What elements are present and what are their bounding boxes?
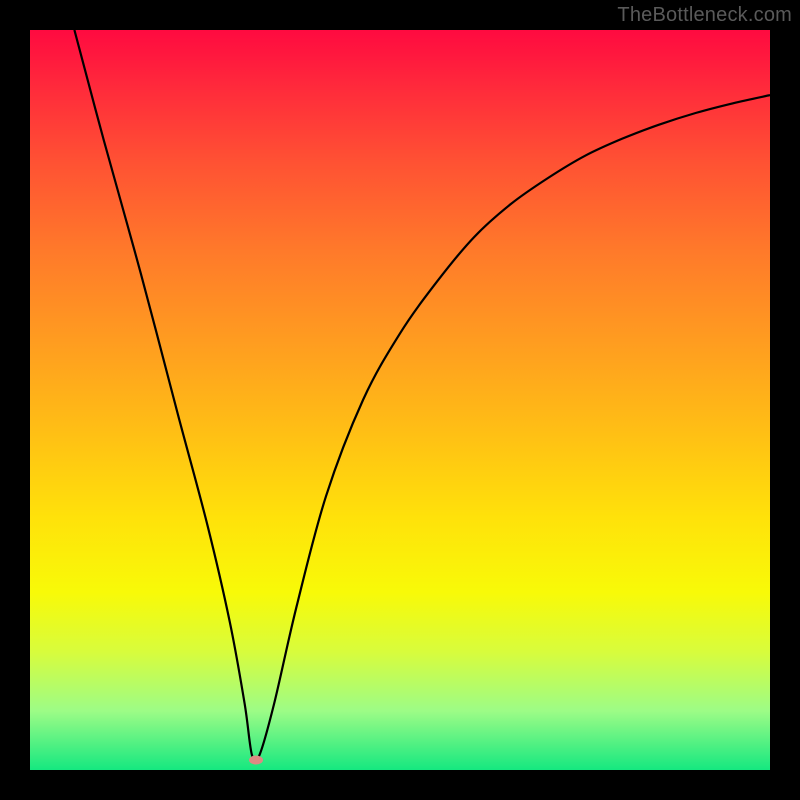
minimum-marker (249, 756, 263, 765)
curve-layer (30, 30, 770, 770)
chart-frame: TheBottleneck.com (0, 0, 800, 800)
plot-area (30, 30, 770, 770)
watermark-text: TheBottleneck.com (617, 4, 792, 27)
bottleneck-curve (74, 30, 770, 762)
